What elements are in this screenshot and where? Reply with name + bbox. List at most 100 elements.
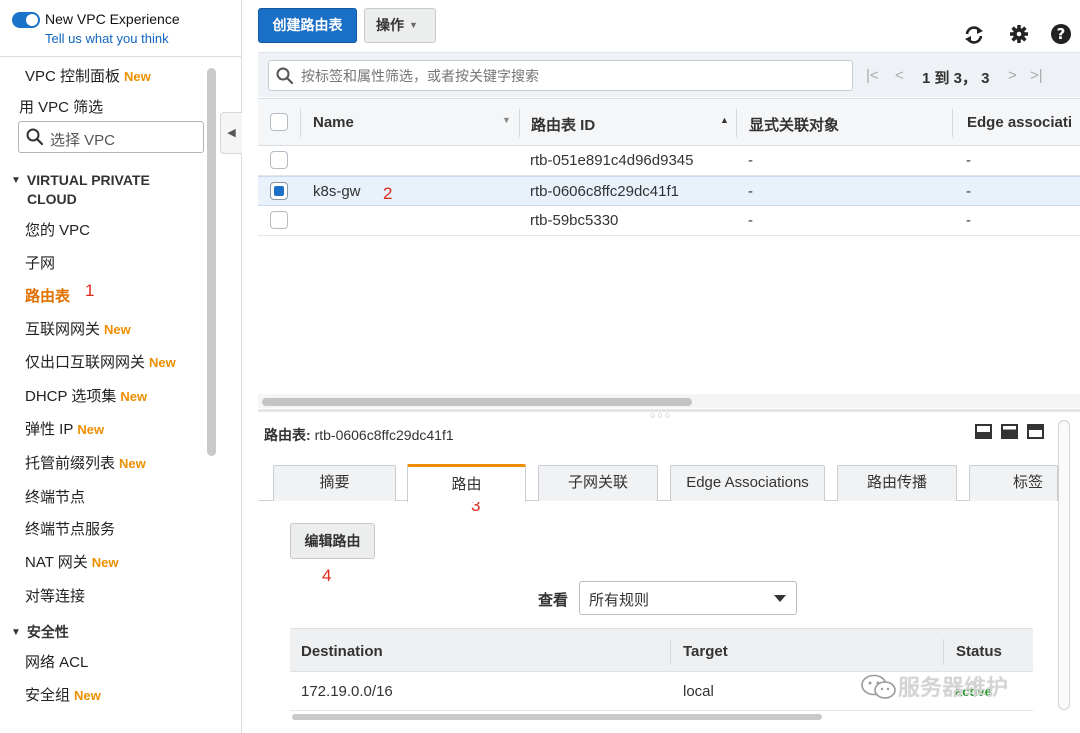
collapse-triangle-icon: ▼ bbox=[11, 627, 21, 638]
sidebar-item-endpoint-services[interactable]: 终端节点服务 bbox=[25, 518, 115, 539]
new-badge: New bbox=[74, 688, 101, 703]
refresh-icon[interactable] bbox=[963, 24, 985, 46]
column-header-edge-associations[interactable]: Edge associati bbox=[967, 114, 1072, 131]
layout-split-icon[interactable] bbox=[1001, 424, 1018, 439]
column-header-explicit-associations[interactable]: 显式关联对象 bbox=[749, 114, 839, 135]
row-checkbox[interactable] bbox=[270, 211, 288, 229]
prev-page-icon[interactable]: < bbox=[895, 67, 904, 84]
svg-text:?: ? bbox=[1057, 25, 1066, 43]
cell-name: k8s-gw bbox=[313, 183, 361, 200]
sidebar-item-label: 弹性 IP bbox=[25, 421, 74, 438]
table-row[interactable]: rtb-051e891c4d96d9345 - - bbox=[258, 146, 1080, 176]
wechat-icon bbox=[861, 674, 896, 699]
sidebar-item-internet-gateways[interactable]: 互联网网关 New bbox=[25, 318, 131, 339]
sidebar-item-subnets[interactable]: 子网 bbox=[25, 252, 55, 273]
search-field[interactable] bbox=[268, 60, 853, 91]
column-separator bbox=[943, 639, 944, 665]
sidebar-scrollbar[interactable] bbox=[207, 68, 216, 456]
tab-route-propagation[interactable]: 路由传播 bbox=[837, 465, 957, 501]
column-header-status[interactable]: Status bbox=[956, 643, 1002, 660]
layout-top-icon[interactable] bbox=[1027, 424, 1044, 439]
vpc-filter-select[interactable]: 选择 VPC bbox=[18, 121, 204, 153]
section-vpc-title-line2: CLOUD bbox=[27, 191, 77, 207]
cell-explicit-associations: - bbox=[748, 212, 753, 229]
sidebar-item-security-groups[interactable]: 安全组 New bbox=[25, 684, 101, 705]
detail-vertical-scrollbar[interactable] bbox=[1058, 420, 1070, 710]
annotation-2: 2 bbox=[383, 184, 393, 203]
layout-bottom-icon[interactable] bbox=[975, 424, 992, 439]
watermark-text: 服务器维护 bbox=[898, 675, 1009, 700]
splitter-handle-icon[interactable]: ○○○ bbox=[650, 410, 672, 420]
edit-routes-button[interactable]: 编辑路由 bbox=[290, 523, 375, 559]
table-row-selected[interactable]: k8s-gw rtb-0606c8ffc29dc41f1 - - bbox=[258, 176, 1080, 206]
tab-routes[interactable]: 路由 bbox=[407, 464, 526, 502]
column-header-target[interactable]: Target bbox=[683, 643, 728, 660]
cell-explicit-associations: - bbox=[748, 152, 753, 169]
vpc-filter-placeholder: 选择 VPC bbox=[50, 132, 116, 149]
last-page-icon[interactable]: >| bbox=[1030, 67, 1043, 84]
tab-summary[interactable]: 摘要 bbox=[273, 465, 396, 501]
view-selected-value: 所有规则 bbox=[589, 592, 650, 609]
detail-title-label: 路由表: bbox=[264, 427, 311, 443]
toggle-icon[interactable] bbox=[12, 12, 40, 28]
sidebar-item-label: DHCP 选项集 bbox=[25, 388, 117, 405]
tab-edge-associations[interactable]: Edge Associations bbox=[670, 465, 825, 501]
sidebar-item-label: VPC 控制面板 bbox=[25, 68, 121, 85]
sidebar: New VPC Experience Tell us what you thin… bbox=[0, 0, 242, 733]
cell-target: local bbox=[683, 683, 714, 700]
detail-title: 路由表: rtb-0606c8ffc29dc41f1 bbox=[264, 425, 454, 445]
cell-explicit-associations: - bbox=[748, 183, 753, 200]
sidebar-item-label: 终端节点 bbox=[25, 489, 86, 506]
section-security-header[interactable]: ▼ 安全性 bbox=[11, 622, 69, 642]
column-header-route-table-id[interactable]: 路由表 ID bbox=[531, 114, 595, 135]
next-page-icon[interactable]: > bbox=[1008, 67, 1017, 84]
collapse-icon[interactable]: ◀ bbox=[220, 112, 242, 154]
new-badge: New bbox=[77, 422, 105, 437]
sidebar-item-dashboard[interactable]: VPC 控制面板 New bbox=[25, 65, 151, 86]
chevron-down-icon bbox=[774, 595, 786, 602]
new-badge: New bbox=[119, 456, 146, 471]
sidebar-item-endpoints[interactable]: 终端节点 bbox=[25, 486, 85, 507]
table-row[interactable]: rtb-59bc5330 - - bbox=[258, 206, 1080, 236]
tab-subnet-associations[interactable]: 子网关联 bbox=[538, 465, 658, 501]
gear-icon[interactable] bbox=[1008, 23, 1030, 45]
search-input[interactable] bbox=[301, 66, 841, 86]
column-header-name[interactable]: Name bbox=[313, 114, 354, 131]
column-separator bbox=[736, 109, 737, 137]
row-checkbox-checked[interactable] bbox=[270, 182, 288, 200]
column-header-destination[interactable]: Destination bbox=[301, 643, 383, 660]
row-checkbox[interactable] bbox=[270, 151, 288, 169]
grid-scroll-thumb[interactable] bbox=[262, 398, 692, 406]
sort-asc-icon[interactable]: ▲ bbox=[720, 115, 729, 125]
collapse-triangle-icon: ▼ bbox=[11, 175, 21, 186]
sidebar-item-nat-gateways[interactable]: NAT 网关 New bbox=[25, 551, 119, 572]
sidebar-item-route-tables[interactable]: 路由表 bbox=[25, 285, 70, 306]
sidebar-item-prefix-lists[interactable]: 托管前缀列表 New bbox=[25, 452, 146, 473]
select-all-checkbox[interactable] bbox=[270, 113, 288, 131]
help-icon[interactable]: ? bbox=[1050, 23, 1072, 45]
tab-tags[interactable]: 标签 bbox=[969, 465, 1058, 501]
sidebar-item-label: 对等连接 bbox=[25, 588, 86, 605]
search-icon bbox=[26, 128, 44, 146]
create-route-table-button[interactable]: 创建路由表 bbox=[258, 8, 357, 43]
routes-horizontal-scrollbar[interactable] bbox=[292, 714, 822, 720]
view-filter-select[interactable]: 所有规则 bbox=[579, 581, 797, 615]
new-badge: New bbox=[91, 555, 119, 570]
section-vpc-header[interactable]: ▼ VIRTUAL PRIVATE bbox=[11, 172, 150, 188]
sort-icon[interactable]: ▼ bbox=[502, 115, 511, 125]
sidebar-item-network-acls[interactable]: 网络 ACL bbox=[25, 651, 88, 672]
sidebar-item-dhcp-options[interactable]: DHCP 选项集 New bbox=[25, 385, 147, 406]
sidebar-item-peering-connections[interactable]: 对等连接 bbox=[25, 585, 85, 606]
feedback-link[interactable]: Tell us what you think bbox=[45, 31, 169, 46]
sidebar-item-egress-only-gateways[interactable]: 仅出口互联网网关 New bbox=[25, 351, 176, 372]
first-page-icon[interactable]: |< bbox=[866, 67, 879, 84]
cell-route-table-id: rtb-051e891c4d96d9345 bbox=[530, 152, 694, 169]
sidebar-item-elastic-ips[interactable]: 弹性 IP New bbox=[25, 418, 104, 439]
new-badge: New bbox=[149, 355, 176, 370]
actions-button[interactable]: 操作 ▼ bbox=[364, 8, 436, 43]
actions-label: 操作 bbox=[376, 17, 404, 33]
sidebar-item-label: 安全组 bbox=[25, 687, 71, 704]
sidebar-item-your-vpcs[interactable]: 您的 VPC bbox=[25, 219, 90, 240]
sidebar-item-label: 路由表 bbox=[25, 288, 71, 305]
new-badge: New bbox=[124, 69, 151, 84]
